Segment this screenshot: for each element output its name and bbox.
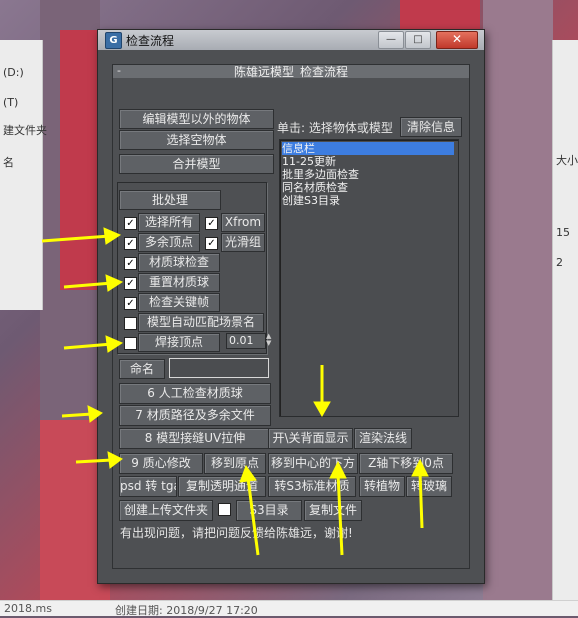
arrow-down-icon: [313, 365, 331, 418]
arrow-up-icon: [411, 458, 429, 529]
arrow-right-icon: [61, 405, 103, 423]
arrow-right-icon: [75, 451, 123, 469]
arrow-right-icon: [63, 274, 124, 292]
arrow-up-icon: [239, 464, 260, 556]
arrow-up-icon: [329, 460, 347, 556]
arrow-right-icon: [41, 227, 122, 245]
arrow-right-icon: [63, 335, 124, 353]
annotation-arrows: [41, 227, 429, 556]
